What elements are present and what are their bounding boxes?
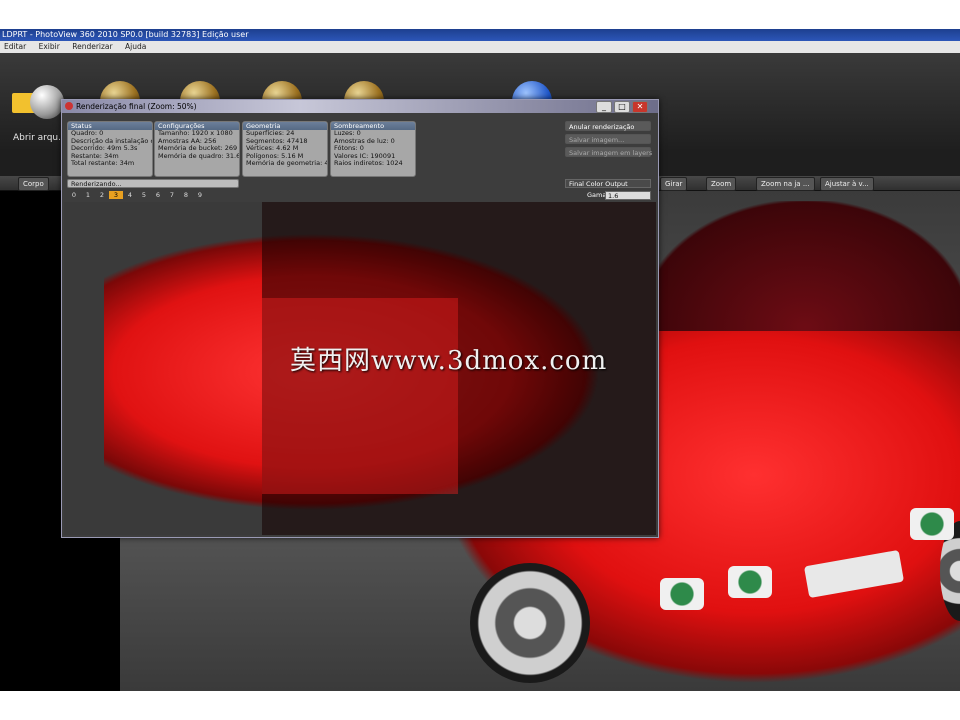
render-window-title-bar[interactable]: Renderização final (Zoom: 50%) _ □ ✕	[62, 100, 658, 113]
output-select[interactable]: Final Color Output	[565, 179, 651, 188]
page-tab[interactable]: 6	[151, 191, 165, 199]
menu-bar: Editar Exibir Renderizar Ajuda	[0, 41, 960, 53]
config-row: Memória de quadro: 31.6 M	[158, 151, 240, 160]
fog-lamp	[910, 508, 954, 540]
page-tab-active[interactable]: 3	[109, 191, 123, 199]
car-wheel	[470, 563, 590, 683]
open-file-label: Abrir arqu...	[13, 133, 67, 143]
app-icon	[65, 102, 73, 110]
zoom-button[interactable]: Zoom	[706, 177, 737, 191]
status-row: Total restante: 34m	[71, 159, 135, 168]
minimize-button[interactable]: _	[596, 101, 612, 113]
fog-lamp	[728, 566, 772, 598]
page-tab[interactable]: 0	[67, 191, 81, 199]
fog-lamp	[660, 578, 704, 610]
page-tab[interactable]: 7	[165, 191, 179, 199]
page-tab[interactable]: 1	[81, 191, 95, 199]
shading-panel: Sombreamento Luzes: 0 Amostras de luz: 0…	[330, 121, 416, 177]
app-title-bar: LDPRT - PhotoView 360 2010 SP0.0 [build …	[0, 29, 960, 41]
render-window-title: Renderização final (Zoom: 50%)	[76, 102, 197, 111]
page-tab[interactable]: 8	[179, 191, 193, 199]
watermark: 莫西网www.3dmox.com	[290, 346, 608, 376]
geometry-panel: Geometria Superfícies: 24 Segmentos: 474…	[242, 121, 328, 177]
page-tab[interactable]: 2	[95, 191, 109, 199]
maximize-button[interactable]: □	[614, 101, 630, 113]
rendering-bucket	[262, 298, 458, 494]
page-tab[interactable]: 4	[123, 191, 137, 199]
zoom-window-button[interactable]: Zoom na ja ...	[756, 177, 815, 191]
fit-view-button[interactable]: Ajustar à v...	[820, 177, 874, 191]
page-tab[interactable]: 9	[193, 191, 207, 199]
rotate-button[interactable]: Girar	[660, 177, 688, 191]
status-panel: Status Quadro: 0 Descrição da instalação…	[67, 121, 153, 177]
final-render-window[interactable]: Renderização final (Zoom: 50%) _ □ ✕ Sta…	[61, 99, 659, 538]
sphere-icon	[30, 85, 64, 119]
page-tab[interactable]: 5	[137, 191, 151, 199]
menu-renderizar[interactable]: Renderizar	[72, 42, 112, 51]
config-panel: Configurações Tamanho: 1920 x 1080 Amost…	[154, 121, 240, 177]
gama-label: Gama	[587, 191, 607, 199]
render-progress-bar: Renderizando...	[67, 179, 239, 188]
frame-page-selector: 0123456789	[67, 191, 207, 199]
save-image-layers-button[interactable]: Salvar imagem em layers	[565, 147, 652, 157]
gama-input[interactable]: 1.6	[605, 191, 651, 200]
body-button[interactable]: Corpo	[18, 177, 49, 191]
menu-ajuda[interactable]: Ajuda	[125, 42, 146, 51]
save-image-button[interactable]: Salvar imagem...	[565, 134, 651, 144]
menu-exibir[interactable]: Exibir	[39, 42, 60, 51]
close-button[interactable]: ✕	[632, 101, 648, 113]
cancel-render-button[interactable]: Anular renderização	[565, 121, 651, 131]
geometry-row: Memória de geometria: 455	[246, 159, 328, 168]
shading-row: Raios indiretos: 1024	[334, 159, 403, 168]
menu-editar[interactable]: Editar	[4, 42, 26, 51]
